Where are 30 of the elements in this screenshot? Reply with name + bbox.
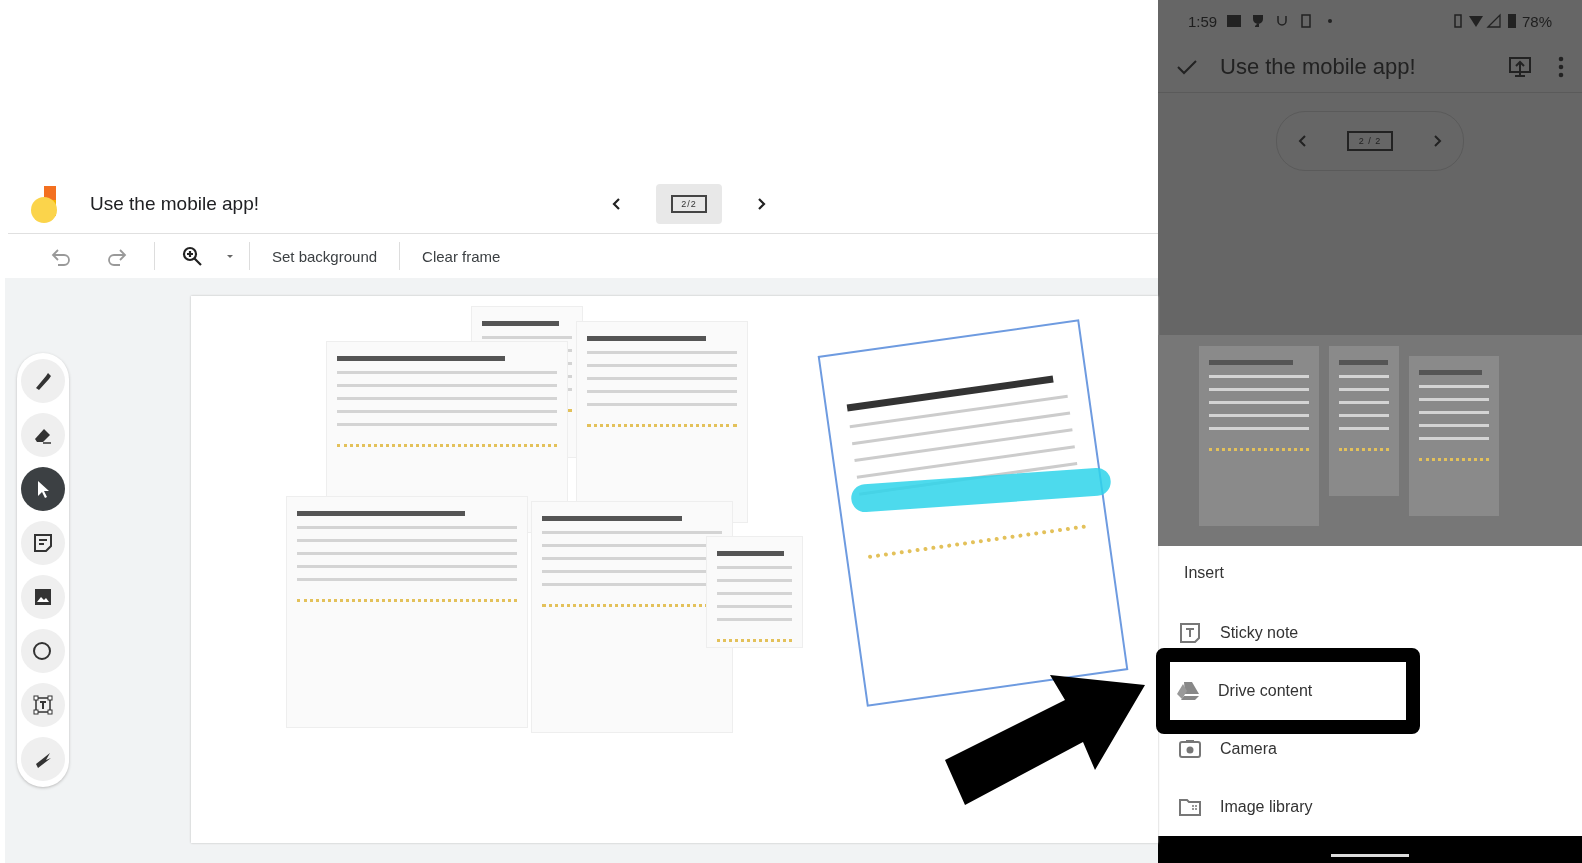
tool-button[interactable]: [21, 737, 65, 781]
frame-counter: 2/2: [671, 195, 707, 213]
menu-item[interactable]: Image library: [1170, 778, 1406, 837]
frame-counter-button[interactable]: 2/2: [656, 184, 722, 224]
toolbar-button[interactable]: Clear frame: [414, 241, 509, 271]
signal-icon: [1485, 13, 1502, 30]
status-time: 1:59: [1188, 12, 1218, 30]
tool-button[interactable]: [21, 629, 65, 673]
board-title: Use the mobile app!: [1220, 54, 1417, 81]
note-icon: [1178, 621, 1202, 646]
text-box-icon: [31, 693, 55, 717]
board-title: Use the mobile app!: [90, 193, 260, 215]
sheet-title: Insert: [1183, 564, 1225, 584]
tool-button[interactable]: [21, 521, 65, 565]
note-icon: [31, 531, 55, 555]
battery-percent: 78%: [1521, 12, 1552, 30]
speaker-icon: [1299, 14, 1314, 29]
u-shape-icon: [1275, 14, 1290, 29]
tool-button[interactable]: [21, 413, 65, 457]
menu-item[interactable]: Drive content: [1156, 648, 1420, 735]
present-icon[interactable]: [1508, 55, 1532, 80]
tool-button[interactable]: [21, 683, 65, 727]
trophy-icon: [1251, 14, 1266, 29]
more-icon[interactable]: [1558, 55, 1564, 80]
app-icon: [1227, 14, 1242, 29]
tool-button[interactable]: [21, 467, 65, 511]
tool-button[interactable]: [21, 359, 65, 403]
home-handle[interactable]: [1331, 854, 1409, 857]
toolbar-button[interactable]: Set background: [264, 241, 386, 271]
tool-button[interactable]: [21, 575, 65, 619]
